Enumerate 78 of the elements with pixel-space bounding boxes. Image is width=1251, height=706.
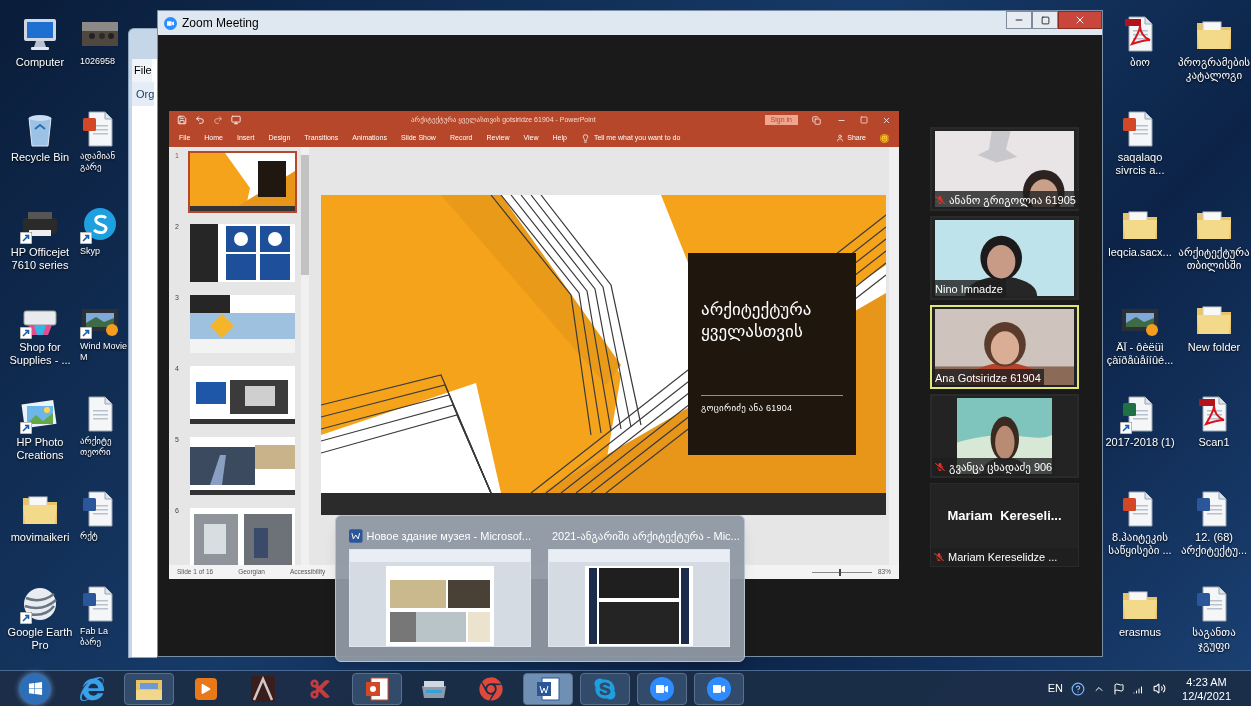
language-indicator[interactable]: EN: [1047, 680, 1064, 697]
icon-label: leqcia.sacx...: [1108, 246, 1172, 259]
minimize-button[interactable]: [1006, 11, 1032, 29]
close-icon: [1074, 14, 1086, 26]
flag-icon[interactable]: [1113, 682, 1126, 695]
icon-label: 8.ჰაიტეკის საწყისები ...: [1107, 531, 1173, 557]
word-app-icon: [536, 675, 560, 702]
icon-label: Google Earth Pro: [6, 626, 74, 652]
icon-label: movimaikeri: [10, 531, 70, 544]
participant-name: Nino Imnadze: [935, 281, 1003, 297]
participant-name: გვანცა ცხადაძე 906: [949, 459, 1053, 475]
icon-label: 12. (68) არქიტექტუ...: [1179, 531, 1249, 557]
icon-label: ÄÏ - ôèëüì çàïðåùåííûé...: [1105, 341, 1175, 367]
slide-subtitle: გოცირიძე ანა 61904: [701, 402, 794, 415]
icon-label: პროგრამების კატალოგი: [1177, 56, 1251, 82]
arch-icon: [251, 675, 275, 702]
restore-icon[interactable]: [860, 116, 868, 124]
browser-icon: [80, 676, 104, 701]
icon-label: HP Photo Creations: [15, 436, 65, 462]
participant-name: Mariam Kereselidze ...: [948, 549, 1058, 565]
help-icon[interactable]: [1071, 681, 1086, 696]
menu-item[interactable]: File: [132, 59, 152, 82]
skype-icon: [593, 676, 617, 701]
window-preview-title: Новое здание музея - Microsof...: [366, 529, 531, 544]
video-camera-icon: [164, 16, 177, 30]
clock[interactable]: 4:23 AM 12/4/2021: [1182, 674, 1231, 703]
present-icon[interactable]: [231, 115, 241, 125]
icon-label: erasmus: [1118, 626, 1162, 639]
participant-display-name: Mariam Kereseli...: [947, 507, 1062, 525]
icon-label: საგანთა ჯგუფი: [1191, 626, 1237, 652]
window-title: Zoom Meeting: [182, 15, 259, 32]
icon-label: Fab La ბარე: [80, 626, 110, 648]
presentation-app-icon: [365, 675, 389, 702]
icon-label: 2017-2018 (1): [1105, 436, 1175, 449]
taskbar-button[interactable]: [352, 672, 402, 705]
lightbulb-icon: [580, 133, 590, 143]
volume-icon[interactable]: [1153, 682, 1167, 695]
video-camera-icon: [707, 676, 731, 701]
close-icon[interactable]: [882, 115, 891, 125]
scissors-icon: [309, 677, 331, 700]
windows-logo-icon: [27, 681, 43, 696]
icon-label: saqalaqo sivrcis a...: [1114, 151, 1166, 177]
icon-label: ადამიან გარე: [80, 151, 117, 173]
icon-label: ბიო: [1129, 56, 1150, 69]
maximize-button[interactable]: [1032, 11, 1058, 29]
icon-label: Skyp: [80, 246, 101, 257]
taskbar-button[interactable]: [637, 672, 687, 705]
media-player-icon: [195, 677, 217, 700]
window-preview-title: 2021-ანგარიში არქიტექტურა - Mic...: [552, 529, 740, 545]
icon-label: Recycle Bin: [10, 151, 70, 164]
video-camera-icon: [650, 676, 674, 701]
slide-title: არქიტექტურა ყველასთვის: [701, 299, 813, 343]
smiley-icon[interactable]: [880, 133, 889, 143]
icon-label: არქიტე თეორი: [80, 436, 113, 458]
taskbar-button[interactable]: [694, 672, 744, 705]
participant-name: ანანო გრიგოლია 61905: [949, 192, 1076, 208]
icon-label: 1026958: [80, 56, 117, 67]
undo-icon[interactable]: [195, 115, 205, 125]
taskbar-button[interactable]: [124, 672, 174, 705]
participant-name: Ana Gotsiridze 61904: [935, 370, 1041, 386]
taskbar-button[interactable]: [523, 672, 573, 705]
icon-label: Wind Movie M: [80, 341, 128, 363]
maximize-icon: [1040, 15, 1050, 25]
icon-label: New folder: [1187, 341, 1241, 354]
toolbar-item[interactable]: Org: [132, 81, 155, 106]
icon-label: რქტ: [80, 531, 99, 542]
chrome-icon: [479, 676, 503, 701]
icon-label: HP Officejet 7610 series: [9, 246, 71, 272]
person-icon: [836, 134, 845, 142]
ribbon-display-icon[interactable]: [812, 115, 821, 125]
word-app-icon: [349, 529, 363, 544]
start-button[interactable]: [20, 673, 50, 704]
icon-label: Computer: [15, 56, 65, 69]
zoom-slider-thumb[interactable]: [839, 568, 842, 576]
icon-label: Shop for Supplies - ...: [8, 341, 72, 367]
icon-label: Scan1: [1198, 436, 1230, 449]
icon-label: არქიტექტურა თბილისში: [1178, 246, 1250, 272]
save-icon[interactable]: [177, 115, 187, 125]
